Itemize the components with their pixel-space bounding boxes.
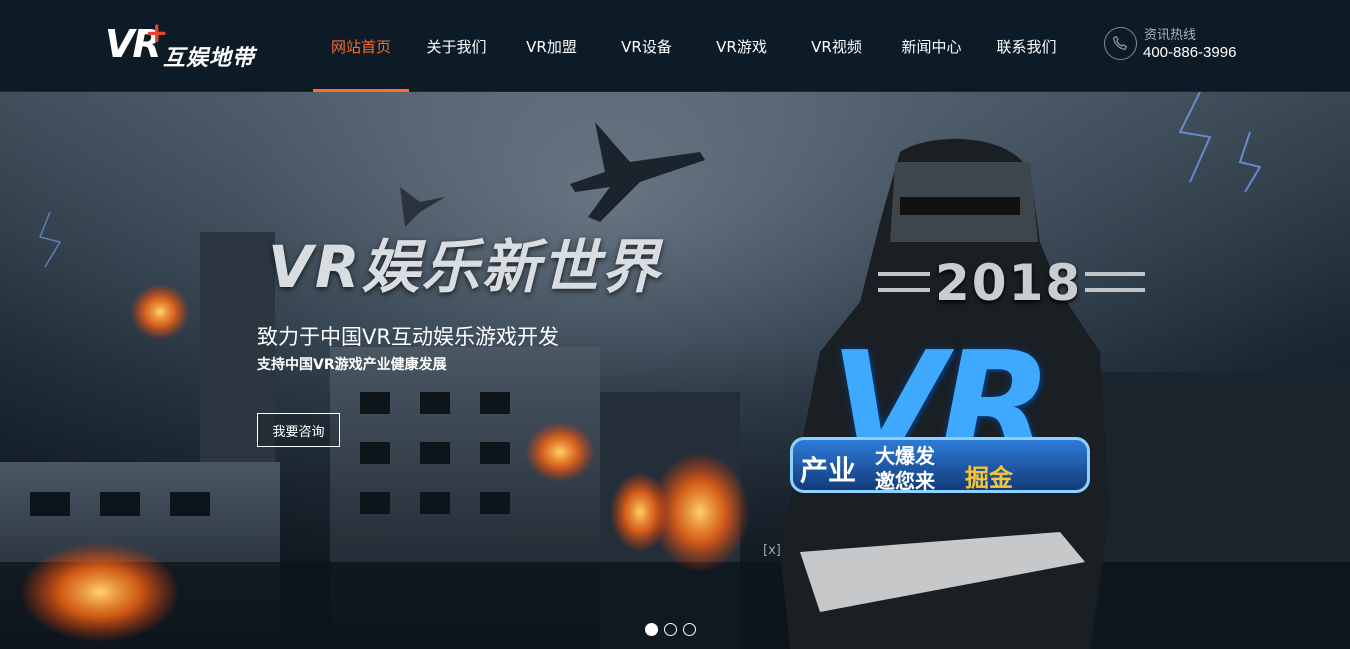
- banner-title: VR娱乐新世界: [268, 233, 662, 301]
- year-decor-line: [1085, 288, 1145, 292]
- promo-line2: 邀您来: [875, 469, 935, 493]
- hero-banner: VR娱乐新世界 致力于中国VR互动娱乐游戏开发 支持中国VR游戏产业健康发展 我…: [0, 92, 1350, 649]
- nav-item-contact[interactable]: 联系我们: [979, 0, 1074, 92]
- hotline-number[interactable]: 400-886-3996: [1143, 44, 1236, 61]
- main-nav: 网站首页 关于我们 VR加盟 VR设备 VR游戏 VR视频 新闻中心 联系我们: [313, 0, 1074, 92]
- year-decor-line: [878, 272, 930, 276]
- promo-chanye: 产业: [800, 454, 857, 487]
- year-decor-line: [1085, 272, 1145, 276]
- consult-button[interactable]: 我要咨询: [257, 413, 340, 447]
- hotline-label: 资讯热线: [1144, 28, 1197, 43]
- nav-item-vr-games[interactable]: VR游戏: [694, 0, 789, 92]
- promo-jue: 掘金: [965, 464, 1013, 492]
- slider-dot-1[interactable]: [645, 623, 658, 636]
- nav-item-about[interactable]: 关于我们: [409, 0, 504, 92]
- nav-item-vr-videos[interactable]: VR视频: [789, 0, 884, 92]
- banner-subtitle: 致力于中国VR互动娱乐游戏开发: [257, 325, 559, 349]
- nav-item-home[interactable]: 网站首页: [313, 0, 409, 92]
- slider-dot-3[interactable]: [683, 623, 696, 636]
- logo-name: 互娱地带: [163, 46, 256, 71]
- city-scene-illustration: [0, 92, 1350, 649]
- site-logo[interactable]: VR + 互娱地带: [105, 16, 275, 72]
- slider-dot-2[interactable]: [664, 623, 677, 636]
- nav-item-news[interactable]: 新闻中心: [884, 0, 979, 92]
- close-ad-button[interactable]: [x]: [763, 543, 781, 558]
- nav-item-vr-devices[interactable]: VR设备: [599, 0, 694, 92]
- year-decor-line: [878, 288, 930, 292]
- nav-item-vr-franchise[interactable]: VR加盟: [504, 0, 599, 92]
- slider-pagination: [645, 623, 696, 636]
- site-header: VR + 互娱地带 网站首页 关于我们 VR加盟 VR设备 VR游戏 VR视频 …: [0, 0, 1350, 92]
- phone-icon: [1104, 27, 1137, 60]
- promo-year: 2018: [935, 254, 1083, 312]
- banner-subtitle-secondary: 支持中国VR游戏产业健康发展: [257, 357, 447, 373]
